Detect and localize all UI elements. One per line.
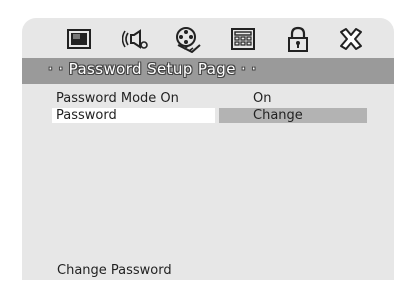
film-reel-icon[interactable] — [174, 25, 202, 53]
password-change-value[interactable]: Change — [253, 108, 303, 123]
password-mode-label[interactable]: Password Mode On — [56, 91, 179, 106]
footer-hint: Change Password — [57, 263, 172, 278]
monitor-icon[interactable] — [65, 25, 93, 53]
exit-x-icon[interactable] — [337, 25, 365, 53]
keypad-icon[interactable] — [229, 25, 257, 53]
page-title-bar: · · Password Setup Page · · — [22, 58, 394, 84]
osd-panel: · · Password Setup Page · · Password Mod… — [22, 18, 394, 280]
icon-bar — [22, 18, 394, 58]
page-title: · · Password Setup Page · · — [48, 60, 257, 78]
password-label[interactable]: Password — [56, 108, 117, 123]
speaker-audio-icon[interactable] — [122, 25, 150, 53]
padlock-icon[interactable] — [284, 25, 312, 53]
password-mode-value[interactable]: On — [253, 91, 271, 106]
